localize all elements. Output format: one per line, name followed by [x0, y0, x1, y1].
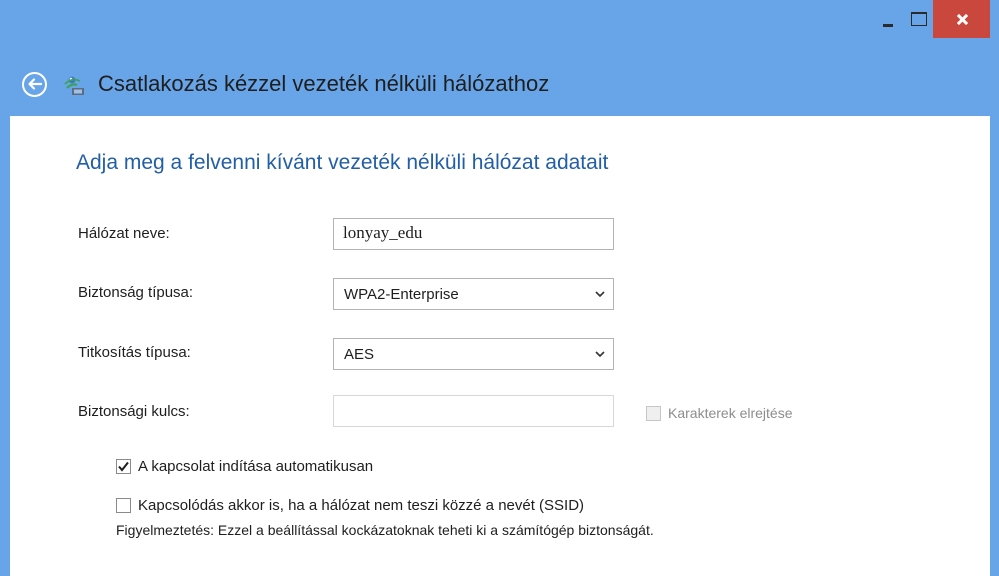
header-row: Csatlakozás kézzel vezeték nélküli hálóz… [22, 64, 549, 104]
wireless-network-icon [64, 76, 84, 95]
window-controls [873, 0, 991, 38]
maximize-icon[interactable] [903, 0, 933, 38]
auto-connect-checkbox[interactable] [116, 459, 131, 474]
network-name-label: Hálózat neve: [78, 225, 170, 242]
security-key-input[interactable] [333, 395, 614, 427]
content-panel: Adja meg a felvenni kívánt vezeték nélkü… [10, 116, 990, 576]
wifi-manual-connect-window: Csatlakozás kézzel vezeték nélküli hálóz… [0, 0, 999, 576]
encryption-type-value: AES [344, 345, 375, 363]
auto-connect-label: A kapcsolat indítása automatikusan [138, 458, 374, 475]
security-type-value: WPA2-Enterprise [344, 285, 459, 303]
hide-characters-option[interactable]: Karakterek elrejtése [646, 405, 793, 421]
form-heading: Adja meg a felvenni kívánt vezeték nélkü… [76, 151, 609, 174]
connect-hidden-option[interactable]: Kapcsolódás akkor is, ha a hálózat nem t… [116, 497, 584, 514]
security-type-label: Biztonság típusa: [78, 284, 194, 301]
chevron-down-icon [595, 351, 605, 358]
security-warning: Figyelmeztetés: Ezzel a beállítással koc… [116, 522, 654, 538]
frame-left [0, 0, 10, 576]
connect-hidden-label: Kapcsolódás akkor is, ha a hálózat nem t… [138, 497, 585, 514]
hide-characters-checkbox[interactable] [646, 405, 661, 421]
title-bar: Csatlakozás kézzel vezeték nélküli hálóz… [0, 0, 999, 116]
minimize-icon[interactable] [873, 0, 903, 38]
connect-hidden-checkbox[interactable] [116, 498, 131, 513]
encryption-type-select[interactable]: AES [333, 338, 614, 370]
back-arrow-icon[interactable] [22, 71, 47, 97]
encryption-type-label: Titkosítás típusa: [78, 344, 191, 361]
hide-characters-label: Karakterek elrejtése [668, 405, 793, 421]
network-name-input[interactable]: lonyay_edu [333, 218, 614, 250]
auto-connect-option[interactable]: A kapcsolat indítása automatikusan [116, 458, 373, 475]
window-title: Csatlakozás kézzel vezeték nélküli hálóz… [98, 71, 550, 96]
checkmark-icon [118, 461, 129, 472]
close-icon[interactable] [933, 0, 991, 38]
security-key-label: Biztonsági kulcs: [78, 403, 190, 420]
security-type-select[interactable]: WPA2-Enterprise [333, 278, 614, 310]
chevron-down-icon [595, 291, 605, 298]
frame-right [990, 0, 999, 576]
